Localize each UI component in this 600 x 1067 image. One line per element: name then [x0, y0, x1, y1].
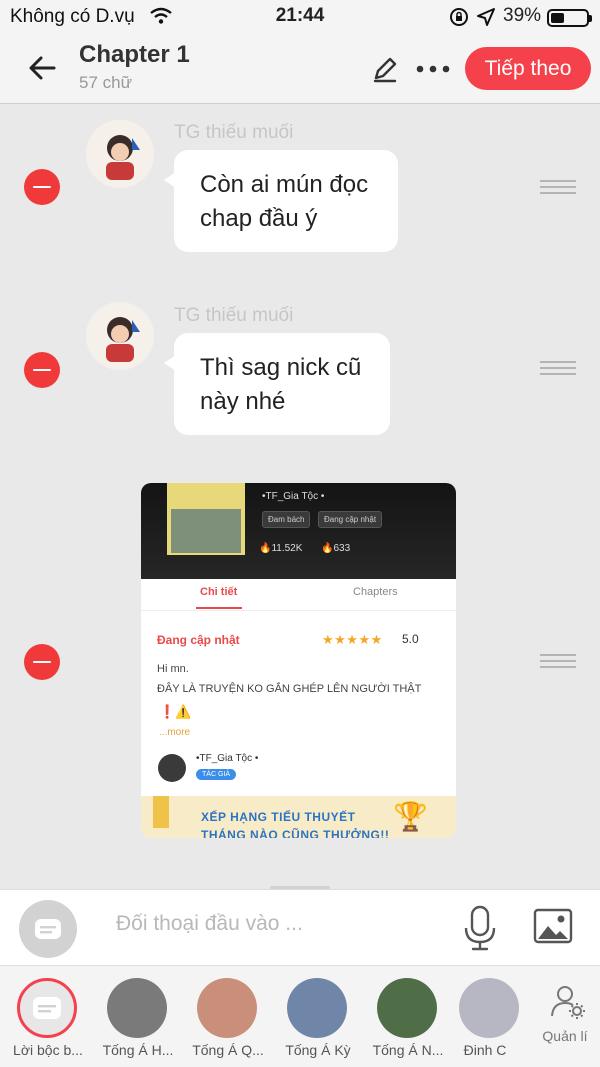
character-item[interactable]: Tống Á Q...	[183, 966, 273, 1067]
character-label: Tống Á H...	[102, 1042, 174, 1058]
image-message-card[interactable]: •TF_Gia Tộc • Đam bách Đang cập nhật 🔥11…	[141, 483, 456, 838]
tab-details: Chi tiết	[200, 586, 238, 598]
character-bar: Lời bộc b... Tống Á H... Tống Á Q... Tốn…	[0, 965, 600, 1067]
battery-fill	[551, 13, 564, 23]
character-label: Tống Á Kỳ	[285, 1042, 351, 1058]
hearts-stat: 🔥633	[321, 543, 351, 554]
message-text-line: chap đầu ý	[200, 205, 318, 232]
pencil-icon[interactable]	[368, 52, 402, 86]
message-text-line: Thì sag nick cũ	[200, 354, 362, 381]
drag-handle-icon[interactable]	[540, 180, 576, 194]
author-avatar	[86, 120, 154, 188]
message-bubble[interactable]: Thì sag nick cũ này nhé	[164, 333, 390, 435]
page-title: Chapter 1	[79, 41, 190, 68]
promo-banner: XẾP HẠNG TIỂU THUYẾT THÁNG NÀO CŨNG THƯỞ…	[141, 796, 456, 838]
banner-line: THÁNG NÀO CŨNG THƯỞNG!!	[201, 828, 390, 838]
next-button[interactable]: Tiếp theo	[465, 47, 591, 90]
sender-name: TG thiếu muối	[174, 122, 294, 143]
sender-name: TG thiếu muối	[174, 305, 294, 326]
manage-label: Quản lí	[542, 1028, 588, 1044]
card-author: •TF_Gia Tộc •	[262, 491, 325, 502]
character-avatar	[377, 978, 437, 1038]
banner-text: XẾP HẠNG TIỂU THUYẾT THÁNG NÀO CŨNG THƯỞ…	[201, 808, 389, 838]
microphone-icon[interactable]	[462, 904, 498, 952]
character-avatar	[107, 978, 167, 1038]
more-options-icon[interactable]	[415, 64, 455, 74]
chat-bubble-icon	[33, 997, 61, 1019]
status-bar: Không có D.vụ 21:44 39%	[0, 0, 600, 34]
character-avatar	[287, 978, 347, 1038]
character-label: Đinh C	[463, 1042, 507, 1058]
active-tab-indicator	[196, 607, 242, 609]
remove-message-button[interactable]	[24, 352, 60, 388]
message-text-line: này nhé	[200, 388, 286, 415]
card-status: Đang cập nhật	[157, 633, 240, 647]
hearts-count: 633	[333, 543, 351, 554]
image-icon[interactable]	[533, 906, 573, 946]
character-label: Lời bộc b...	[13, 1042, 83, 1058]
card-header: •TF_Gia Tộc • Đam bách Đang cập nhật 🔥11…	[141, 483, 456, 579]
word-count: 57 chữ	[79, 73, 132, 92]
narration-toggle-button[interactable]	[19, 900, 77, 958]
author-badge: TÁC GIẢ	[196, 769, 237, 780]
rotation-lock-icon	[450, 8, 468, 26]
likes-count: 11.52K	[271, 543, 303, 554]
warning-icon: ❗⚠️	[159, 704, 192, 719]
user-settings-icon	[551, 986, 585, 1019]
card-tag: Đang cập nhật	[318, 511, 383, 528]
character-label: Tống Á Q...	[192, 1042, 264, 1058]
character-avatar	[197, 978, 257, 1038]
bookmark-icon	[153, 796, 169, 828]
battery-percent: 39%	[503, 5, 542, 26]
book-cover-image	[167, 483, 245, 555]
location-icon	[477, 8, 495, 26]
battery-icon	[547, 9, 592, 27]
narration-avatar	[17, 978, 77, 1038]
author-mini-avatar	[158, 754, 186, 782]
trophy-icon: 🏆	[393, 801, 428, 832]
character-item[interactable]: Tống Á H...	[93, 966, 183, 1067]
dialogue-input[interactable]: Đối thoại đầu vào ...	[116, 912, 303, 936]
likes-stat: 🔥11.52K	[259, 543, 303, 554]
author-avatar	[86, 302, 154, 370]
character-item[interactable]: Tống Á Kỳ	[273, 966, 363, 1067]
character-label: Tống Á N...	[372, 1042, 444, 1058]
character-avatar	[459, 978, 519, 1038]
card-tag: Đam bách	[262, 511, 311, 528]
drag-handle-icon[interactable]	[540, 361, 576, 375]
tab-chapters: Chapters	[353, 586, 398, 598]
banner-line: XẾP HẠNG TIỂU THUYẾT	[201, 810, 356, 824]
star-rating-icon: ★★★★★	[322, 632, 383, 647]
message-text-line: Còn ai mún đọc	[200, 171, 369, 198]
card-description: ĐÂY LÀ TRUYỆN KO GẮN GHÉP LÊN NGƯỜI THẬT	[157, 683, 422, 695]
manage-characters-button[interactable]: Quản lí	[530, 966, 600, 1067]
card-description: Hi mn.	[157, 663, 189, 675]
character-narration[interactable]: Lời bộc b...	[3, 966, 93, 1067]
chapter-header: Chapter 1 57 chữ Tiếp theo	[0, 34, 600, 104]
card-tabs: Chi tiết Chapters	[141, 579, 456, 611]
remove-message-button[interactable]	[24, 169, 60, 205]
rating-value: 5.0	[402, 632, 419, 646]
author-name: •TF_Gia Tộc •	[196, 753, 259, 764]
remove-message-button[interactable]	[24, 644, 60, 680]
drag-handle-icon[interactable]	[540, 654, 576, 668]
character-item[interactable]: Tống Á N...	[363, 966, 453, 1067]
more-link: ...more	[159, 727, 191, 738]
character-item[interactable]: Đinh C	[445, 966, 525, 1067]
chat-bubble-icon	[35, 919, 61, 939]
message-bubble[interactable]: Còn ai mún đọc chap đầu ý	[164, 150, 398, 252]
composer-bar: Đối thoại đầu vào ...	[0, 889, 600, 965]
back-arrow-icon[interactable]	[24, 50, 60, 86]
